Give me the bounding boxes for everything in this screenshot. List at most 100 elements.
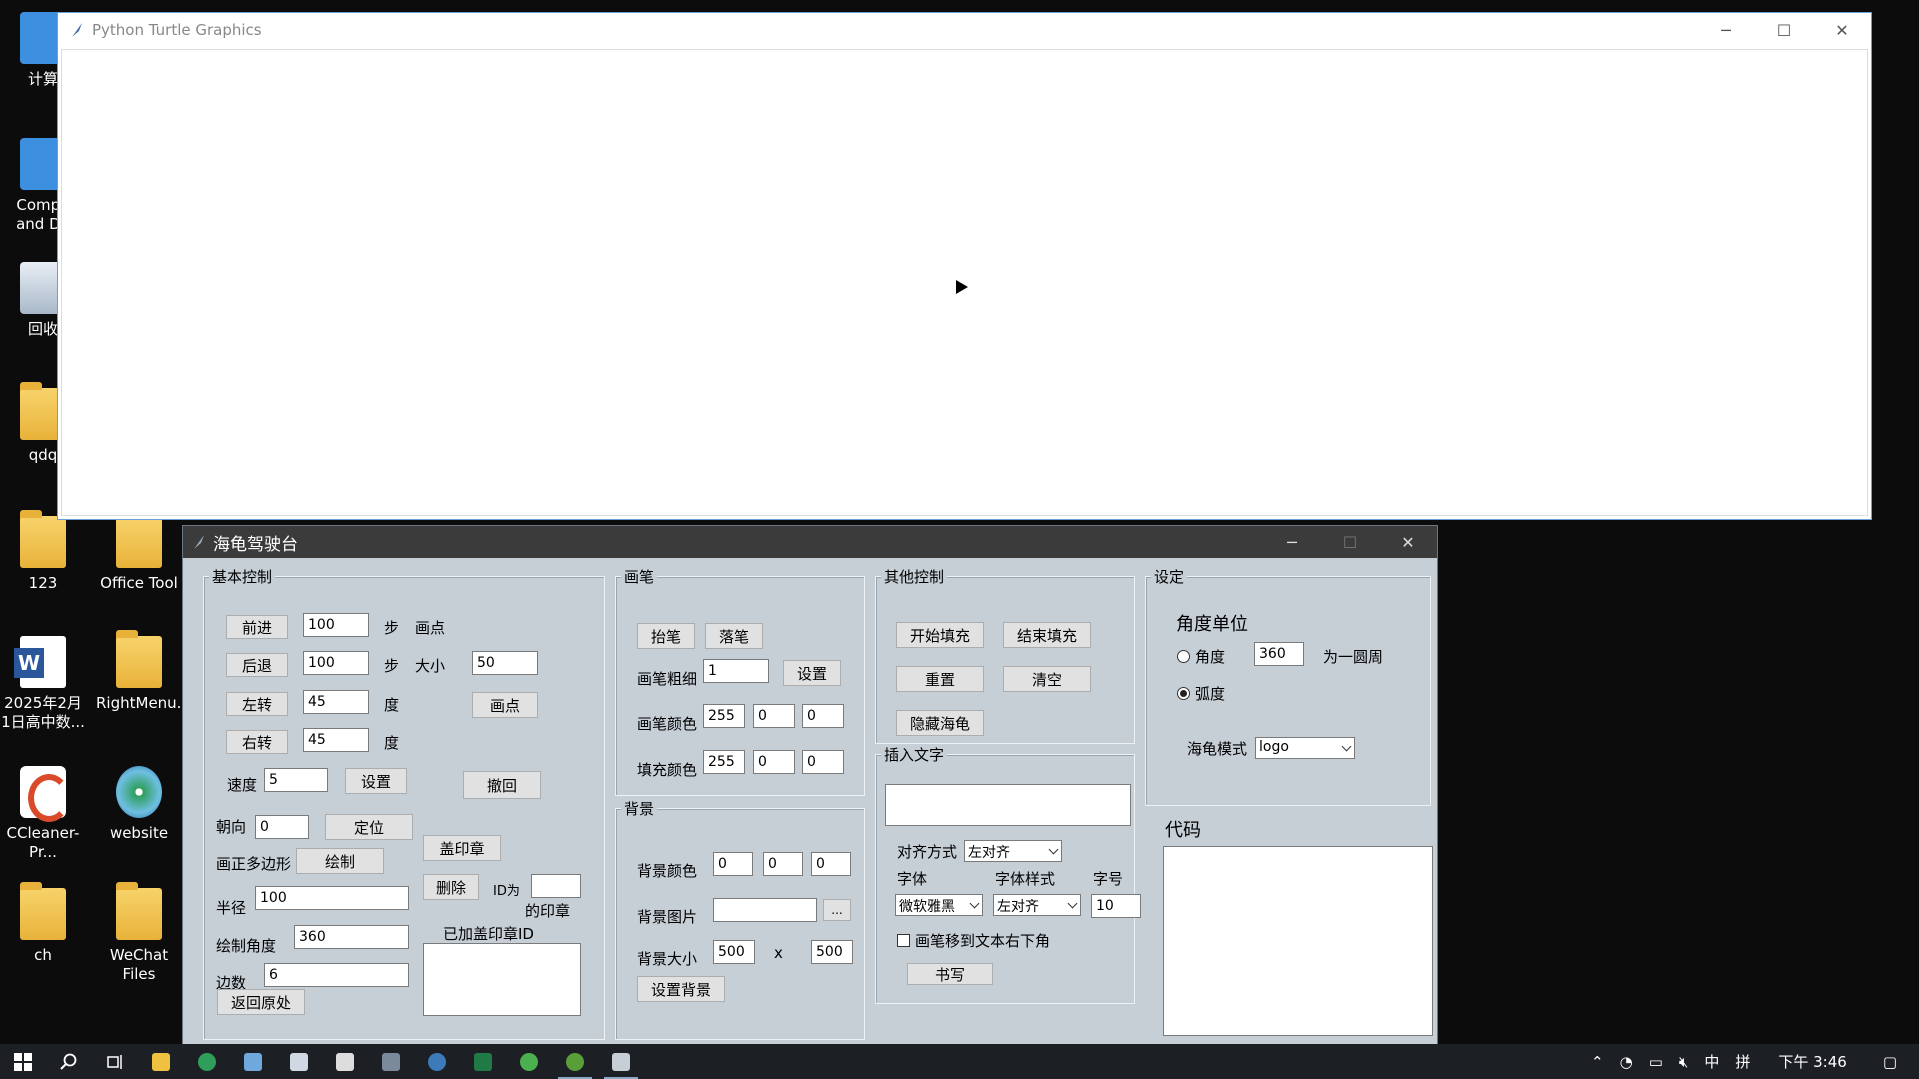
radian-radio[interactable] [1177,687,1190,700]
return-home-button[interactable]: 返回原处 [217,989,305,1015]
pen-down-button[interactable]: 落笔 [705,623,763,649]
taskbar-app-chrome[interactable] [506,1044,552,1079]
taskbar-app-explorer[interactable] [138,1044,184,1079]
ime-indicator[interactable]: 中 [1704,1051,1719,1072]
bg-width-input[interactable]: 500 [713,940,755,964]
notification-icon[interactable]: ▢ [1883,1053,1897,1071]
desktop-icon-123[interactable]: 123 [0,510,86,593]
network-icon[interactable]: ◔ [1620,1053,1633,1071]
degree-radio[interactable] [1177,650,1190,663]
fill-color-r-input[interactable]: 255 [703,750,745,774]
speed-input[interactable]: 5 [264,768,328,792]
speed-set-button[interactable]: 设置 [345,768,407,794]
battery-icon[interactable]: ▭ [1649,1053,1663,1071]
search-button[interactable] [46,1044,92,1079]
taskbar-app-notes[interactable] [230,1044,276,1079]
fill-color-b-input[interactable]: 0 [802,750,844,774]
bg-height-input[interactable]: 500 [811,940,853,964]
pen-color-b-input[interactable]: 0 [802,704,844,728]
forward-button[interactable]: 前进 [226,615,288,639]
backward-button[interactable]: 后退 [226,653,288,677]
close-button[interactable]: ✕ [1813,13,1871,47]
bg-color-r-input[interactable]: 0 [713,852,753,876]
volume-muted-icon[interactable]: 🔇︎ [1679,1053,1688,1071]
begin-fill-button[interactable]: 开始填充 [896,622,984,648]
pen-color-g-input[interactable]: 0 [753,704,795,728]
turtle-window-titlebar[interactable]: Python Turtle Graphics [58,13,1871,47]
fill-color-g-input[interactable]: 0 [753,750,795,774]
move-pen-checkbox[interactable] [897,934,910,947]
taskbar-app-excel[interactable] [460,1044,506,1079]
minimize-button[interactable]: ─ [1263,526,1321,558]
desktop-icon-wechat-files[interactable]: WeChat Files [96,882,182,984]
bg-image-input[interactable] [713,898,817,922]
backward-steps-input[interactable]: 100 [303,651,369,675]
task-view-button[interactable] [92,1044,138,1079]
desktop-icon-ccleaner[interactable]: CCleaner-Pr... [0,766,86,862]
desktop-icon-website[interactable]: website [96,766,182,843]
full-circle-input[interactable]: 360 [1254,642,1304,666]
set-background-button[interactable]: 设置背景 [637,976,725,1002]
taskbar-app-tool[interactable] [322,1044,368,1079]
heading-input[interactable]: 0 [255,815,309,839]
desktop-icon-rightmenu[interactable]: RightMenu... [96,630,191,713]
bg-image-browse-button[interactable]: ... [823,899,851,921]
panel-titlebar[interactable]: 海龟驾驶台 ─ ☐ ✕ [183,526,1437,558]
stamped-ids-list[interactable] [423,943,581,1016]
taskbar-app-calc[interactable] [276,1044,322,1079]
minimize-button[interactable]: ─ [1697,13,1755,47]
taskbar-app-panel[interactable] [598,1044,644,1079]
radius-input[interactable]: 100 [255,886,409,910]
start-button[interactable] [0,1044,46,1079]
desktop-icon-word-doc[interactable]: 2025年2月1日高中数... [0,636,86,732]
sides-input[interactable]: 6 [264,963,409,987]
panel-title: 海龟驾驶台 [213,534,298,555]
maximize-button[interactable]: ☐ [1755,13,1813,47]
write-text-button[interactable]: 书写 [907,963,993,985]
close-button[interactable]: ✕ [1379,526,1437,558]
clock[interactable]: 下午 3:46 [1778,1051,1846,1072]
tray-chevron-up-icon[interactable]: ⌃ [1591,1053,1604,1071]
turn-left-degrees-input[interactable]: 45 [303,690,369,714]
insert-text-input[interactable] [885,784,1131,826]
folder-icon [116,882,162,940]
taskbar-app-python[interactable] [414,1044,460,1079]
code-textarea[interactable] [1163,846,1433,1036]
pen-up-button[interactable]: 抬笔 [637,623,695,649]
taskbar-app-browser[interactable] [184,1044,230,1079]
turn-right-button[interactable]: 右转 [226,730,288,754]
input-layout-indicator[interactable]: 拼 [1735,1051,1750,1072]
dot-size-input[interactable]: 50 [472,651,538,675]
bg-color-g-input[interactable]: 0 [763,852,803,876]
speed-label: 速度 [227,776,258,794]
end-fill-button[interactable]: 结束填充 [1003,622,1091,648]
desktop-icon-office-tool[interactable]: Office Tool [96,510,182,593]
desktop-icon-ch[interactable]: ch [0,882,86,965]
pen-width-set-button[interactable]: 设置 [783,660,841,686]
font-style-select[interactable]: 左对齐 [993,894,1081,916]
hide-turtle-button[interactable]: 隐藏海龟 [896,710,984,736]
reset-button[interactable]: 重置 [896,666,984,692]
pen-width-input[interactable]: 1 [703,659,769,683]
bg-color-b-input[interactable]: 0 [811,852,851,876]
turn-left-button[interactable]: 左转 [226,692,288,716]
pen-color-r-input[interactable]: 255 [703,704,745,728]
delete-stamp-button[interactable]: 删除 [423,874,479,900]
stamp-button[interactable]: 盖印章 [423,835,501,861]
font-size-input[interactable]: 10 [1091,894,1141,918]
draw-dot-button[interactable]: 画点 [472,692,538,718]
turtle-canvas[interactable] [61,49,1868,516]
taskbar-app-turtle[interactable] [552,1044,598,1079]
stamp-id-input[interactable] [531,874,581,898]
font-select[interactable]: 微软雅黑 [895,894,983,916]
set-heading-button[interactable]: 定位 [325,814,413,840]
taskbar-app-game[interactable] [368,1044,414,1079]
turn-right-degrees-input[interactable]: 45 [303,728,369,752]
draw-polygon-button[interactable]: 绘制 [296,848,384,874]
turtle-mode-select[interactable]: logo [1255,737,1355,759]
align-select[interactable]: 左对齐 [964,840,1062,862]
draw-angle-input[interactable]: 360 [294,925,409,949]
forward-steps-input[interactable]: 100 [303,613,369,637]
undo-button[interactable]: 撤回 [463,771,541,799]
clear-button[interactable]: 清空 [1003,666,1091,692]
